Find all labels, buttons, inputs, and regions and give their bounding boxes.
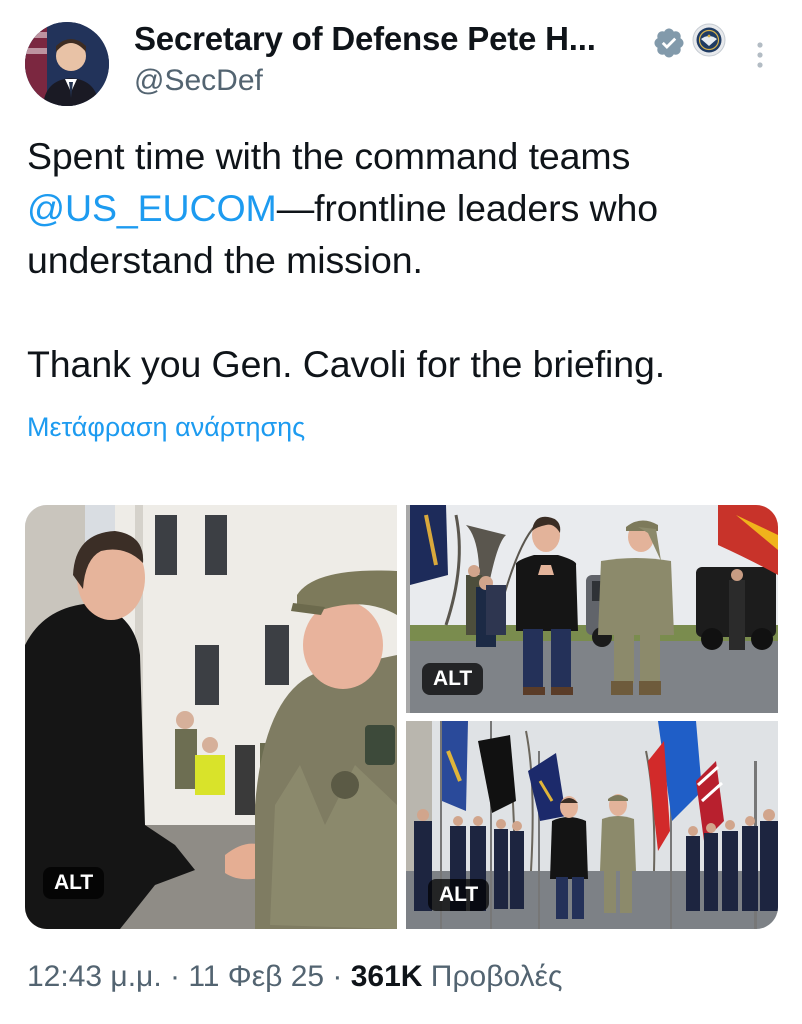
timestamp-time[interactable]: 12:43 μ.μ. (27, 960, 162, 993)
tweet-meta: 12:43 μ.μ. · 11 Φεβ 25 · 361K Προβολές (27, 960, 562, 994)
media-photo-1[interactable]: ALT (25, 505, 397, 929)
timestamp-date[interactable]: 11 Φεβ 25 (188, 960, 324, 993)
author-handle[interactable]: @SecDef (134, 64, 263, 98)
separator: · (324, 960, 351, 993)
tweet-text: Spent time with the command teams @US_EU… (27, 130, 787, 390)
avatar[interactable] (25, 22, 109, 106)
more-options-icon[interactable] (748, 38, 772, 72)
media-grid: ALT ALT ALT (25, 505, 778, 929)
translate-post-link[interactable]: Μετάφραση ανάρτησης (27, 412, 305, 443)
alt-badge[interactable]: ALT (428, 879, 490, 911)
avatar-photo (25, 22, 109, 106)
alt-badge[interactable]: ALT (43, 867, 105, 899)
handshake-photo (25, 505, 397, 929)
author-display-name[interactable]: Secretary of Defense Pete H... (134, 20, 596, 58)
media-photo-2[interactable]: ALT (406, 505, 778, 713)
alt-badge[interactable]: ALT (422, 663, 484, 695)
views-count: 361K (350, 960, 423, 993)
views-label: Προβολές (422, 960, 563, 993)
separator: · (161, 960, 189, 993)
verified-badge-icon[interactable] (652, 26, 686, 60)
tweet-text-part-1: Spent time with the command teams (27, 135, 631, 177)
mention-link[interactable]: @US_EUCOM (27, 187, 277, 229)
dod-seal-icon[interactable] (692, 23, 726, 57)
media-photo-3[interactable]: ALT (406, 721, 778, 929)
